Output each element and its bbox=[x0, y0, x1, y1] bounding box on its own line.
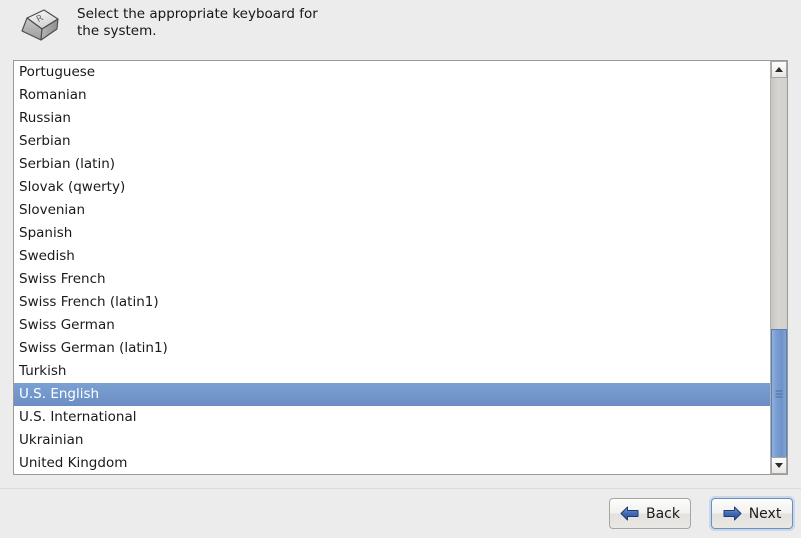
keyboard-key-icon: R bbox=[14, 6, 62, 50]
list-viewport[interactable]: Portuguese Romanian Russian Serbian Serb… bbox=[14, 61, 770, 474]
list-item[interactable]: Russian bbox=[14, 107, 770, 130]
instruction-text: Select the appropriate keyboard for the … bbox=[77, 6, 318, 40]
arrow-left-icon bbox=[620, 506, 639, 521]
chevron-down-icon bbox=[775, 463, 783, 468]
list-item[interactable]: Turkish bbox=[14, 360, 770, 383]
list-item[interactable]: Swiss German bbox=[14, 314, 770, 337]
instruction-line-1: Select the appropriate keyboard for bbox=[77, 6, 318, 22]
chevron-up-icon bbox=[775, 67, 783, 72]
scroll-down-button[interactable] bbox=[771, 457, 787, 474]
list-item[interactable]: Ukrainian bbox=[14, 429, 770, 452]
scroll-up-button[interactable] bbox=[771, 61, 787, 78]
next-button-label: Next bbox=[748, 505, 782, 522]
list-item[interactable]: Swiss French bbox=[14, 268, 770, 291]
list-item[interactable]: Serbian bbox=[14, 130, 770, 153]
list-item[interactable]: Swiss German (latin1) bbox=[14, 337, 770, 360]
list-item[interactable]: Portuguese bbox=[14, 61, 770, 84]
list-item[interactable]: Swedish bbox=[14, 245, 770, 268]
installer-keyboard-selection-screen: R Select the appropriate keyboard for th… bbox=[0, 0, 801, 538]
list-item[interactable]: U.S. International bbox=[14, 406, 770, 429]
grip-lines-icon bbox=[775, 390, 783, 398]
instruction-line-2: the system. bbox=[77, 23, 157, 39]
list-item[interactable]: Spanish bbox=[14, 222, 770, 245]
vertical-scrollbar[interactable] bbox=[770, 61, 787, 474]
next-button[interactable]: Next bbox=[711, 498, 793, 529]
list-item-selected[interactable]: U.S. English bbox=[14, 383, 770, 406]
list-item[interactable]: Romanian bbox=[14, 84, 770, 107]
list-item[interactable]: Slovak (qwerty) bbox=[14, 176, 770, 199]
back-button[interactable]: Back bbox=[609, 498, 691, 529]
navigation-footer: Back Next bbox=[0, 488, 801, 538]
list-item[interactable]: Swiss French (latin1) bbox=[14, 291, 770, 314]
scrollbar-thumb[interactable] bbox=[771, 329, 787, 459]
back-button-label: Back bbox=[646, 505, 680, 522]
list-item[interactable]: Slovenian bbox=[14, 199, 770, 222]
list-item[interactable]: Serbian (latin) bbox=[14, 153, 770, 176]
list-item[interactable]: United Kingdom bbox=[14, 452, 770, 474]
arrow-right-icon bbox=[723, 506, 742, 521]
keyboard-layout-listbox[interactable]: Portuguese Romanian Russian Serbian Serb… bbox=[13, 60, 788, 475]
instruction-header: R Select the appropriate keyboard for th… bbox=[0, 0, 801, 54]
